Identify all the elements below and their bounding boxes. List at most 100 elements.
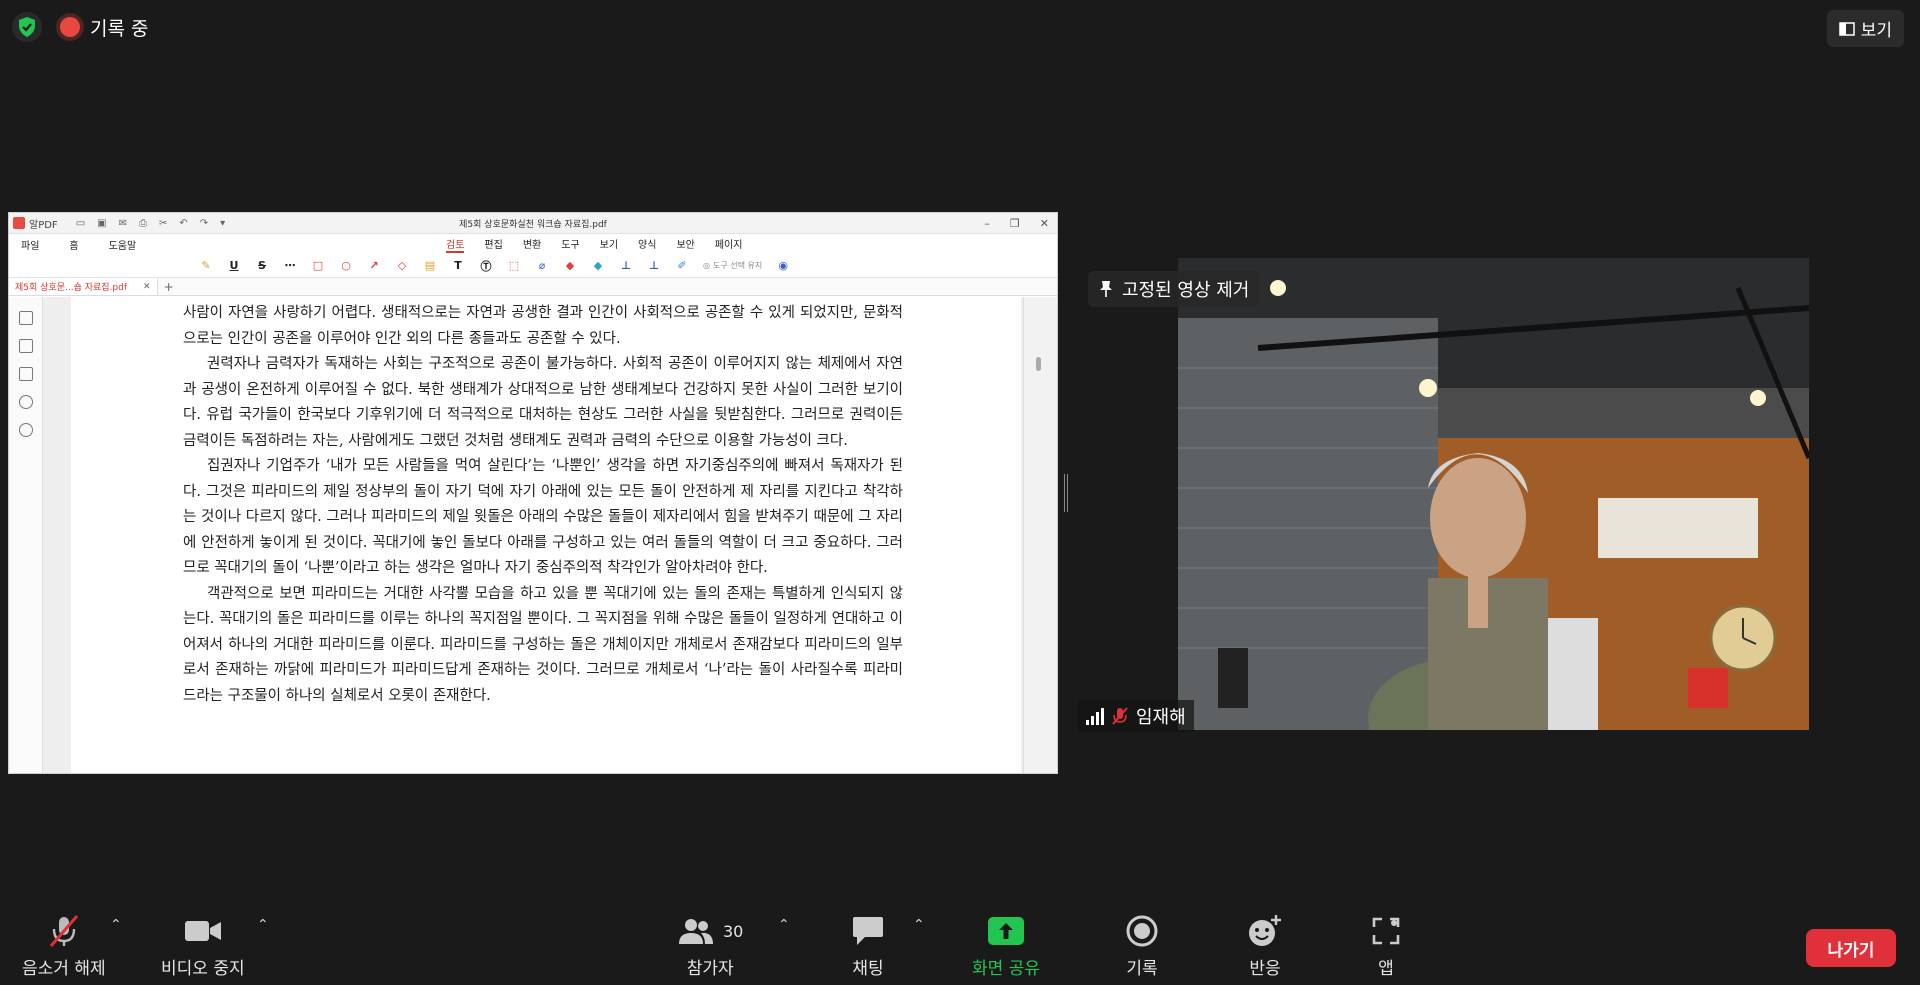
arrow-icon[interactable]: ↗ — [367, 259, 381, 273]
stop-video-label: 비디오 중지 — [161, 959, 245, 979]
split-divider-handle[interactable] — [1064, 474, 1068, 512]
save-icon[interactable]: ▣ — [97, 218, 106, 229]
participants-options-chevron-up-icon[interactable]: ⌃ — [778, 917, 790, 933]
chat-options-chevron-up-icon[interactable]: ⌃ — [913, 917, 925, 933]
meeting-toolbar: 음소거 해제 ⌃ 비디오 중지 ⌃ 30 참가자 ⌃ 채팅 ⌃ 화면 공유 기록… — [0, 905, 1920, 985]
chat-bubble-icon — [853, 917, 883, 945]
minimize-icon[interactable]: – — [984, 217, 990, 230]
restore-icon[interactable]: ❐ — [1010, 217, 1020, 230]
sticky-note-icon[interactable]: ▤ — [423, 259, 437, 273]
apps-icon — [1372, 917, 1400, 945]
redo-icon[interactable]: ↷ — [200, 218, 208, 229]
audio-options-chevron-up-icon[interactable]: ⌃ — [110, 917, 122, 933]
keep-tool-option[interactable]: ◎ 도구 선택 유지 — [703, 260, 762, 271]
pdf-scrollbar[interactable] — [1023, 297, 1057, 773]
menu-page[interactable]: 페이지 — [715, 236, 743, 253]
strikethrough-icon[interactable]: S — [255, 259, 269, 273]
video-options-chevron-up-icon[interactable]: ⌃ — [257, 917, 269, 933]
search-icon[interactable] — [18, 423, 33, 437]
view-label: 보기 — [1860, 21, 1892, 41]
reactions-label: 반응 — [1249, 959, 1281, 979]
shared-pdf-window: 알PDF ▭ ▣ ✉ ⎙ ✂ ↶ ↷ ▾ 제5회 상호문화실천 워크숍 자료집.… — [8, 212, 1058, 774]
view-layout-icon — [1838, 21, 1855, 36]
menu-form[interactable]: 양식 — [638, 236, 656, 253]
menu-view[interactable]: 보기 — [600, 236, 618, 253]
shape-dropdown-icon[interactable]: ◇ — [395, 259, 409, 273]
rectangle-icon[interactable]: □ — [311, 259, 325, 273]
print-icon[interactable]: ⎙ — [139, 218, 147, 229]
participant-video[interactable] — [1178, 258, 1809, 730]
video-frame-image — [1178, 258, 1809, 730]
pen-icon[interactable]: ✐ — [675, 259, 689, 273]
eraser-icon[interactable]: ◆ — [563, 259, 577, 273]
menu-home[interactable]: 홈 — [69, 237, 78, 252]
stamp-icon[interactable]: ⊥ — [619, 259, 633, 273]
keep-tool-label: 도구 선택 유지 — [712, 261, 763, 270]
menu-security[interactable]: 보안 — [676, 236, 694, 253]
menu-file[interactable]: 파일 — [21, 237, 39, 252]
undo-icon[interactable]: ↶ — [179, 218, 187, 229]
menu-help[interactable]: 도움말 — [109, 237, 137, 252]
attachment-icon[interactable]: ⌀ — [535, 259, 549, 273]
thumbnails-icon[interactable] — [18, 311, 33, 325]
tab-close-icon[interactable]: ✕ — [143, 282, 151, 292]
share-screen-button[interactable]: 화면 공유 — [972, 914, 1040, 979]
record-button[interactable]: 기록 — [1126, 914, 1158, 979]
pdf-document-area: 사람이 자연을 사랑하기 어렵다. 생태적으로는 자연과 공생한 결과 인간이 … — [9, 297, 1057, 773]
text-icon[interactable]: T — [451, 259, 465, 273]
alpdf-logo-icon — [13, 217, 25, 229]
new-tab-icon[interactable]: + — [164, 280, 174, 294]
unmute-button[interactable]: 음소거 해제 — [22, 914, 106, 979]
pdf-tab-active[interactable]: 제5회 상호문...숍 자료집.pdf ✕ — [9, 278, 158, 295]
menu-review[interactable]: 검토 — [446, 236, 465, 253]
scissors-icon[interactable]: ✂ — [159, 218, 167, 229]
remove-pinned-video-button[interactable]: 고정된 영상 제거 — [1088, 271, 1260, 307]
stamp-dropdown-icon[interactable]: ⊥ — [647, 259, 661, 273]
muted-microphone-icon — [49, 915, 78, 947]
view-button[interactable]: 보기 — [1826, 10, 1904, 47]
review-toolbar: ✎ U S ⋯ □ ○ ↗ ◇ ▤ T Ⓣ ⬚ ⌀ ◆ ◆ ⊥ ⊥ ✐ ◎ 도구… — [9, 254, 1057, 278]
comments-icon[interactable] — [18, 367, 33, 381]
menu-convert[interactable]: 변환 — [523, 236, 541, 253]
pin-label: 고정된 영상 제거 — [1122, 280, 1250, 301]
participants-button[interactable]: 30 참가자 — [677, 914, 743, 979]
apps-button[interactable]: 앱 — [1370, 914, 1402, 979]
recording-indicator[interactable]: 기록 중 — [60, 14, 148, 41]
participants-icon — [679, 919, 713, 944]
eye-icon[interactable]: ◉ — [776, 259, 790, 273]
paragraph: 집권자나 기업주가 ‘내가 모든 사람들을 먹여 살린다’는 ‘나뿐인’ 생각을… — [183, 458, 903, 576]
underline-icon[interactable]: U — [227, 259, 241, 273]
chat-button[interactable]: 채팅 — [851, 914, 885, 979]
stop-video-button[interactable]: 비디오 중지 — [161, 914, 245, 979]
signal-strength-icon — [1086, 707, 1104, 725]
security-shield-icon[interactable] — [12, 12, 42, 42]
pdf-tabbar: 제5회 상호문...숍 자료집.pdf ✕ + — [9, 278, 1057, 296]
mail-icon[interactable]: ✉ — [119, 218, 127, 229]
menu-edit[interactable]: 편집 — [484, 236, 502, 253]
open-folder-icon[interactable]: ▭ — [76, 218, 85, 229]
attachments-icon[interactable] — [18, 395, 33, 409]
paragraph: 객관적으로 보면 피라미드는 거대한 사각뿔 모습을 하고 있을 뿐 꼭대기에 … — [183, 585, 903, 704]
video-camera-icon — [184, 921, 221, 941]
close-icon[interactable]: ✕ — [1040, 217, 1049, 230]
scroll-thumb[interactable] — [1036, 357, 1041, 371]
pdf-titlebar: 알PDF ▭ ▣ ✉ ⎙ ✂ ↶ ↷ ▾ 제5회 상호문화실천 워크숍 자료집.… — [9, 213, 1057, 234]
participants-label: 참가자 — [686, 959, 734, 979]
pdf-page-text: 사람이 자연을 사랑하기 어렵다. 생태적으로는 자연과 공생한 결과 인간이 … — [183, 301, 903, 709]
highlight-icon[interactable]: ✎ — [199, 259, 213, 273]
record-icon — [1126, 915, 1158, 947]
customize-icon[interactable]: ▾ — [220, 218, 225, 229]
more-markup-icon[interactable]: ⋯ — [283, 259, 297, 273]
pdf-app-label: 알PDF — [29, 219, 58, 231]
leave-button[interactable]: 나가기 — [1806, 929, 1896, 967]
menu-tools[interactable]: 도구 — [561, 236, 579, 253]
callout-icon[interactable]: ⬚ — [507, 259, 521, 273]
unmute-label: 음소거 해제 — [22, 959, 106, 979]
bookmarks-icon[interactable] — [18, 339, 33, 353]
muted-mic-icon — [1112, 707, 1128, 725]
textbox-icon[interactable]: Ⓣ — [479, 259, 493, 273]
pdf-app-name: 알PDF — [13, 216, 58, 231]
reactions-button[interactable]: 반응 — [1247, 914, 1283, 979]
ellipse-icon[interactable]: ○ — [339, 259, 353, 273]
eraser-blue-icon[interactable]: ◆ — [591, 259, 605, 273]
